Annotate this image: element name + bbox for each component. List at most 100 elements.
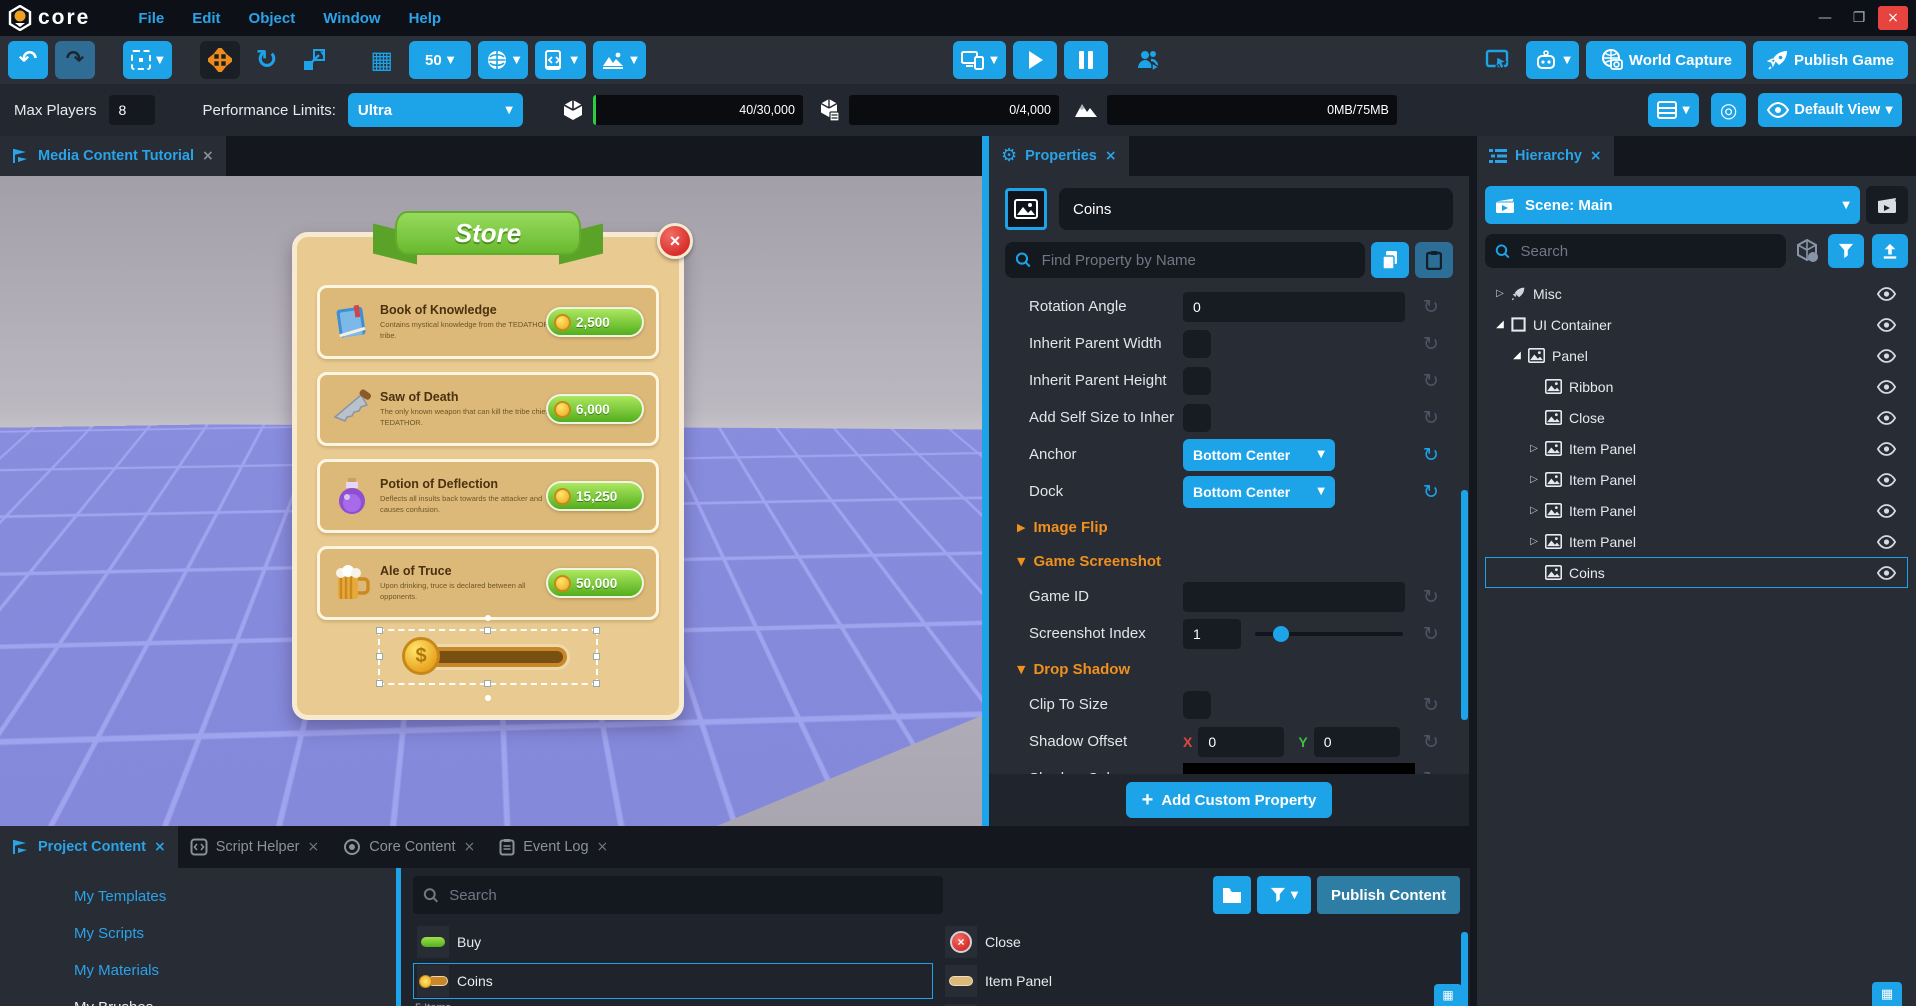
network-cube-icon[interactable]: [1794, 238, 1820, 264]
store-close-button[interactable]: ×: [657, 223, 693, 259]
expand-arrow-icon[interactable]: ◢: [1510, 350, 1524, 361]
multiplayer-players-button[interactable]: [1128, 41, 1170, 79]
anchor-dropdown[interactable]: Bottom Center▼: [1183, 439, 1335, 471]
close-tab-icon[interactable]: ×: [1590, 148, 1602, 164]
clip-to-size-checkbox[interactable]: [1183, 691, 1211, 719]
asset-close[interactable]: ×Close: [941, 924, 1361, 960]
menu-object[interactable]: Object: [235, 10, 310, 27]
close-tab-icon[interactable]: ×: [154, 839, 166, 855]
collapse-arrow-icon[interactable]: ▷: [1527, 443, 1541, 454]
bot-assistant-dropdown[interactable]: ▼: [1526, 41, 1579, 79]
hierarchy-node-coins[interactable]: Coins: [1485, 557, 1908, 588]
store-item-buy-button[interactable]: 15,250: [546, 481, 644, 511]
collapse-arrow-icon[interactable]: ▷: [1493, 288, 1507, 299]
property-search-input[interactable]: [1040, 251, 1355, 270]
reset-property-icon[interactable]: ↺: [1423, 586, 1439, 608]
script-dropdown[interactable]: ▼: [535, 41, 586, 79]
hierarchy-node-item-panel[interactable]: ▷Item Panel: [1485, 464, 1908, 495]
content-layout-button[interactable]: ▦: [1434, 984, 1462, 1006]
restore-button[interactable]: ❐: [1844, 6, 1874, 30]
visibility-eye-icon[interactable]: [1877, 535, 1896, 549]
reset-property-icon[interactable]: ↺: [1423, 296, 1439, 318]
copy-properties-button[interactable]: [1371, 242, 1409, 278]
asset-panel[interactable]: Panel: [413, 1002, 933, 1006]
scene-manager-button[interactable]: [1866, 186, 1908, 224]
rotation-angle-input[interactable]: 0: [1183, 292, 1405, 322]
close-tab-icon[interactable]: ×: [597, 839, 609, 855]
asset-ribbon[interactable]: Ribbon: [941, 1002, 1361, 1006]
section-drop-shadow[interactable]: ▼Drop Shadow: [1005, 652, 1453, 686]
section-image-flip[interactable]: ▶Image Flip: [1005, 510, 1453, 544]
hierarchy-node-ui-container[interactable]: ◢UI Container: [1485, 309, 1908, 340]
expand-arrow-icon[interactable]: ◢: [1493, 319, 1507, 330]
property-search-box[interactable]: [1005, 242, 1365, 278]
visibility-eye-icon[interactable]: [1877, 318, 1896, 332]
close-tab-icon[interactable]: ×: [202, 148, 214, 164]
world-capture-button[interactable]: World Capture: [1586, 41, 1746, 79]
tab-core-content[interactable]: Core Content×: [331, 826, 487, 868]
redo-button[interactable]: ↷: [55, 41, 95, 79]
game-id-input[interactable]: [1183, 582, 1405, 612]
publish-game-button[interactable]: Publish Game: [1753, 41, 1908, 79]
visibility-eye-icon[interactable]: [1877, 287, 1896, 301]
visibility-eye-icon[interactable]: [1877, 411, 1896, 425]
tab-media-content-tutorial[interactable]: Media Content Tutorial ×: [0, 136, 226, 176]
visibility-toggle[interactable]: [1877, 566, 1896, 580]
hierarchy-filter-button[interactable]: [1828, 234, 1864, 268]
object-name-field[interactable]: Coins: [1059, 188, 1453, 230]
rotate-tool-button[interactable]: ↻: [247, 41, 287, 79]
content-search-box[interactable]: [413, 876, 943, 914]
properties-scrollbar[interactable]: [1461, 490, 1468, 720]
save-options-dropdown[interactable]: ▼: [1648, 93, 1699, 127]
tab-hierarchy[interactable]: Hierarchy ×: [1477, 136, 1614, 176]
close-tab-icon[interactable]: ×: [1105, 148, 1117, 164]
store-item-buy-button[interactable]: 50,000: [546, 568, 644, 598]
collapse-arrow-icon[interactable]: ▷: [1527, 536, 1541, 547]
collapse-arrow-icon[interactable]: ▷: [1527, 505, 1541, 516]
add-custom-property-button[interactable]: + Add Custom Property: [1126, 782, 1333, 818]
asset-buy[interactable]: Buy: [413, 924, 933, 960]
hierarchy-node-panel[interactable]: ◢Panel: [1485, 340, 1908, 371]
sidebar-item-my-brushes[interactable]: My Brushes: [0, 989, 396, 1006]
tab-event-log[interactable]: Event Log×: [487, 826, 620, 868]
hierarchy-node-item-panel[interactable]: ▷Item Panel: [1485, 495, 1908, 526]
open-folder-button[interactable]: [1213, 876, 1251, 914]
reset-property-icon[interactable]: ↺: [1423, 333, 1439, 355]
hierarchy-node-item-panel[interactable]: ▷Item Panel: [1485, 433, 1908, 464]
hierarchy-search-input[interactable]: [1519, 242, 1776, 261]
visibility-toggle[interactable]: [1877, 504, 1896, 518]
asset-item-panel[interactable]: Item Panel: [941, 963, 1361, 999]
viewport-canvas[interactable]: Store × Book of KnowledgeContains mystic…: [0, 176, 982, 826]
close-tab-icon[interactable]: ×: [308, 839, 320, 855]
visibility-toggle[interactable]: [1877, 380, 1896, 394]
scene-selector-dropdown[interactable]: Scene: Main▼: [1485, 186, 1860, 224]
sidebar-item-my-templates[interactable]: My Templates: [0, 878, 396, 915]
hierarchy-node-close[interactable]: Close: [1485, 402, 1908, 433]
tab-project-content[interactable]: Project Content×: [0, 826, 178, 868]
help-button[interactable]: ◎: [1711, 93, 1746, 127]
sidebar-item-my-materials[interactable]: My Materials: [0, 952, 396, 989]
section-game-screenshot[interactable]: ▼Game Screenshot: [1005, 544, 1453, 578]
visibility-toggle[interactable]: [1877, 411, 1896, 425]
collapse-arrow-icon[interactable]: ▷: [1527, 474, 1541, 485]
menu-file[interactable]: File: [124, 10, 178, 27]
viewport-properties-splitter[interactable]: [982, 136, 989, 826]
snap-size-dropdown[interactable]: 50▼: [409, 41, 471, 79]
menu-window[interactable]: Window: [309, 10, 394, 27]
paste-properties-button[interactable]: [1415, 242, 1453, 278]
terrain-dropdown[interactable]: ▼: [593, 41, 646, 79]
content-scrollbar[interactable]: [1461, 932, 1468, 1006]
visibility-toggle[interactable]: [1877, 535, 1896, 549]
select-tool-button[interactable]: ▼: [123, 41, 172, 79]
inherit-parent-height-checkbox[interactable]: [1183, 367, 1211, 395]
visibility-eye-icon[interactable]: [1877, 504, 1896, 518]
play-button[interactable]: [1013, 41, 1057, 79]
shadow-offset-x-input[interactable]: 0: [1198, 727, 1284, 757]
visibility-eye-icon[interactable]: [1877, 349, 1896, 363]
undo-button[interactable]: ↶: [8, 41, 48, 79]
visibility-toggle[interactable]: [1877, 473, 1896, 487]
asset-coins[interactable]: Coins: [413, 963, 933, 999]
hierarchy-layout-button[interactable]: ▦: [1872, 982, 1902, 1006]
close-tab-icon[interactable]: ×: [463, 839, 475, 855]
content-filter-dropdown[interactable]: ▼: [1257, 876, 1311, 914]
